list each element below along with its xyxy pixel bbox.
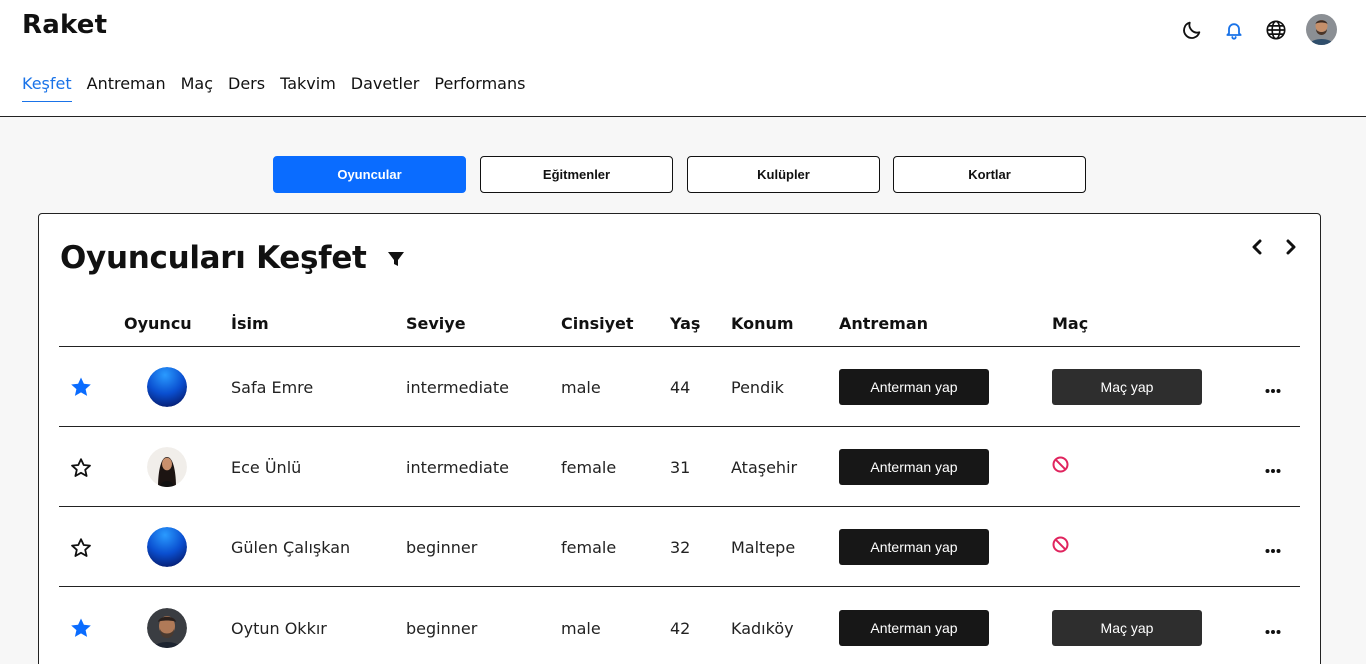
star-icon[interactable] [69, 536, 93, 560]
player-location: Pendik [731, 378, 784, 397]
tab-egitmenler[interactable]: Eğitmenler [480, 156, 673, 193]
player-gender: male [561, 378, 601, 397]
player-age: 42 [670, 619, 691, 638]
player-gender: female [561, 458, 617, 477]
player-name[interactable]: Gülen Çalışkan [231, 538, 350, 557]
table-row: Gülen Çalışkan beginner female 32 Maltep… [59, 507, 1300, 587]
players-card: Oyuncuları Keşfet Oyuncu İsim Seviye Cin… [38, 213, 1321, 664]
nav-item-ders[interactable]: Ders [228, 74, 265, 102]
tab-oyuncular[interactable]: Oyuncular [273, 156, 466, 193]
avatar[interactable] [147, 608, 187, 648]
player-name[interactable]: Safa Emre [231, 378, 313, 397]
filter-icon[interactable] [386, 250, 406, 268]
star-icon[interactable] [69, 375, 93, 399]
star-icon[interactable] [69, 616, 93, 640]
col-isim[interactable]: İsim [231, 314, 269, 333]
nav-item-performans[interactable]: Performans [434, 74, 525, 102]
top-header: Raket Keşfet Antreman Maç Ders Takvim Da… [0, 0, 1366, 117]
table-row: Oytun Okkır beginner male 42 Kadıköy Ant… [59, 588, 1300, 664]
col-konum[interactable]: Konum [731, 314, 794, 333]
main-nav: Keşfet Antreman Maç Ders Takvim Davetler… [22, 74, 525, 102]
more-icon[interactable] [1265, 541, 1281, 553]
table-row: Safa Emre intermediate male 44 Pendik An… [59, 347, 1300, 427]
player-level: beginner [406, 538, 478, 557]
nav-item-takvim[interactable]: Takvim [280, 74, 336, 102]
nav-item-kesfet[interactable]: Keşfet [22, 74, 72, 102]
nav-item-davetler[interactable]: Davetler [351, 74, 420, 102]
train-button[interactable]: Anterman yap [839, 529, 989, 565]
app-brand[interactable]: Raket [22, 10, 107, 40]
avatar[interactable] [147, 447, 187, 487]
player-level: intermediate [406, 378, 509, 397]
tab-kulupler[interactable]: Kulüpler [687, 156, 880, 193]
more-icon[interactable] [1265, 381, 1281, 393]
col-cinsiyet[interactable]: Cinsiyet [561, 314, 634, 333]
player-location: Maltepe [731, 538, 796, 557]
more-icon[interactable] [1265, 461, 1281, 473]
avatar[interactable] [147, 367, 187, 407]
match-button[interactable]: Maç yap [1052, 369, 1202, 405]
page-title: Oyuncuları Keşfet [60, 240, 367, 276]
col-oyuncu[interactable]: Oyuncu [124, 314, 192, 333]
train-button[interactable]: Anterman yap [839, 610, 989, 646]
player-level: beginner [406, 619, 478, 638]
more-icon[interactable] [1265, 622, 1281, 634]
table-header: Oyuncu İsim Seviye Cinsiyet Yaş Konum An… [59, 314, 1300, 347]
user-avatar[interactable] [1306, 14, 1337, 45]
col-seviye[interactable]: Seviye [406, 314, 466, 333]
chevron-right-icon[interactable] [1284, 238, 1298, 256]
star-icon[interactable] [69, 456, 93, 480]
avatar[interactable] [147, 527, 187, 567]
player-name[interactable]: Oytun Okkır [231, 619, 327, 638]
pagination [1250, 238, 1298, 256]
train-button[interactable]: Anterman yap [839, 369, 989, 405]
player-location: Ataşehir [731, 458, 798, 477]
nav-item-antreman[interactable]: Antreman [87, 74, 166, 102]
nav-item-mac[interactable]: Maç [181, 74, 213, 102]
train-button[interactable]: Anterman yap [839, 449, 989, 485]
player-age: 31 [670, 458, 691, 477]
player-gender: male [561, 619, 601, 638]
chevron-left-icon[interactable] [1250, 238, 1264, 256]
header-actions [1177, 14, 1337, 45]
col-mac: Maç [1052, 314, 1089, 333]
col-antreman: Antreman [839, 314, 929, 333]
ban-icon [1052, 536, 1069, 553]
player-age: 32 [670, 538, 691, 557]
player-level: intermediate [406, 458, 509, 477]
player-gender: female [561, 538, 617, 557]
player-name[interactable]: Ece Ünlü [231, 458, 301, 477]
table-row: Ece Ünlü intermediate female 31 Ataşehir… [59, 427, 1300, 507]
player-location: Kadıköy [731, 619, 794, 638]
ban-icon [1052, 456, 1069, 473]
match-button[interactable]: Maç yap [1052, 610, 1202, 646]
bell-icon[interactable] [1219, 15, 1249, 45]
moon-icon[interactable] [1177, 15, 1207, 45]
tab-kortlar[interactable]: Kortlar [893, 156, 1086, 193]
globe-icon[interactable] [1261, 15, 1291, 45]
player-age: 44 [670, 378, 691, 397]
col-yas[interactable]: Yaş [670, 314, 700, 333]
